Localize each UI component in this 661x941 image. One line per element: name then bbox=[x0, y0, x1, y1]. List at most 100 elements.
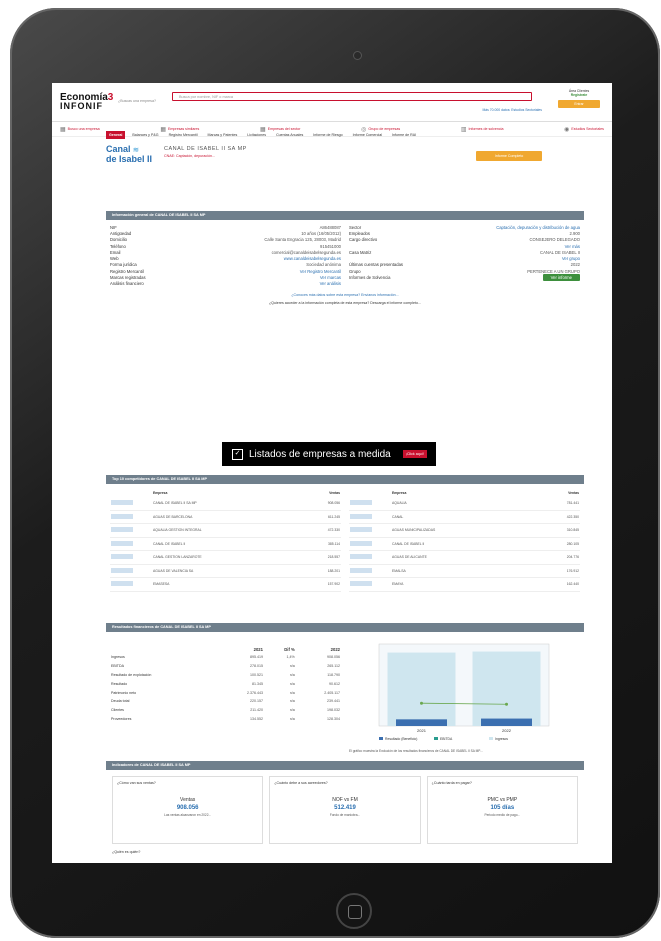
metric-value: 278.015 bbox=[249, 664, 263, 669]
banner-cta[interactable]: ¡Click aquí! bbox=[402, 450, 427, 458]
info-key: Email bbox=[110, 249, 121, 255]
table-row[interactable]: CANAL DE ISABEL II SA MP 908.056 bbox=[110, 497, 341, 511]
metric-card-big: 105 días bbox=[490, 805, 515, 811]
login-button[interactable]: Entrar bbox=[558, 100, 600, 108]
competitor-sales: 176.912 bbox=[534, 564, 580, 578]
tagline: ¿Buscas una empresa? bbox=[118, 99, 156, 103]
table-row[interactable]: AQUALIA 781.441 bbox=[349, 497, 580, 511]
info-value[interactable]: Captación, depuración y distribución de … bbox=[496, 225, 580, 230]
nav-item[interactable]: ◉ Estudios Sectoriales bbox=[564, 126, 604, 133]
company-logo-thumb bbox=[350, 581, 372, 587]
competitor-name[interactable]: AGUAS DE VALENCIA SA bbox=[152, 564, 300, 578]
competitor-name[interactable]: EMAYA bbox=[391, 577, 535, 592]
register-link[interactable]: Registrate bbox=[558, 93, 600, 97]
metric-card[interactable]: ¿Cuánto tarda en pagar? PMC vs PMP 105 día… bbox=[426, 776, 578, 844]
table-row[interactable]: EMAYA 162.440 bbox=[349, 577, 580, 592]
solvency-report-button[interactable]: Ver informe bbox=[542, 274, 580, 282]
competitor-name[interactable]: AQUALIA bbox=[391, 497, 535, 511]
company-logo-thumb bbox=[111, 527, 133, 533]
company-logo-thumb bbox=[111, 581, 133, 587]
competitor-name[interactable]: AQUALIA GESTION INTEGRAL bbox=[152, 523, 300, 538]
search-input[interactable]: Busca por nombre, NIF o marca bbox=[172, 92, 532, 101]
competitor-name[interactable]: CANAL GESTION LANZAROTE bbox=[152, 550, 300, 565]
tab-bar: General Balances y P&G Registro Mercantil M… bbox=[106, 131, 419, 139]
tab-item[interactable]: Marcas y Patentes bbox=[205, 131, 241, 139]
tab-item[interactable]: Balances y P&G bbox=[129, 131, 161, 139]
top-links[interactable]: Más 70.000 datos: Estudios Sectoriales bbox=[482, 108, 542, 112]
table-row[interactable]: AGUAS DE BARCELONA 611.245 bbox=[110, 510, 341, 524]
metric-value: n/a bbox=[289, 708, 295, 713]
competitor-name[interactable]: CANAL DE ISABEL II bbox=[391, 537, 535, 551]
metric-card-h: ¿Cuánto tarda en pagar? bbox=[431, 781, 472, 785]
table-row[interactable]: AGUAS DE VALENCIA SA 188.201 bbox=[110, 564, 341, 578]
custom-lists-banner[interactable]: ✓ Listados de empresas a medida ¡Click a… bbox=[222, 442, 436, 466]
home-button[interactable] bbox=[336, 893, 372, 929]
metric-label: EBITDA bbox=[111, 664, 124, 669]
tab-item[interactable]: Cuentas Anuales bbox=[273, 131, 306, 139]
metric-card-s: Fondo de maniobra... bbox=[329, 813, 361, 817]
info-key: Casa Matriz bbox=[349, 249, 372, 255]
competitor-sales: 908.056 bbox=[299, 497, 341, 511]
table-row[interactable]: EMASESA 157.902 bbox=[110, 577, 341, 592]
competitor-name[interactable]: EMASESA bbox=[152, 577, 300, 592]
metric-label: Proveedores bbox=[111, 716, 132, 721]
tab-item[interactable]: Informe de RAI bbox=[389, 131, 419, 139]
info-value: CANAL DE ISABEL II bbox=[540, 249, 580, 255]
nav-item[interactable]: ▥ Informes de solvencia bbox=[461, 126, 504, 133]
company-logo-thumb bbox=[350, 513, 372, 519]
nav-item-label: Busco una empresa bbox=[67, 127, 100, 131]
tab-item[interactable]: Informe de Riesgo bbox=[310, 131, 345, 139]
info-value[interactable]: Ver Registro Mercantil bbox=[300, 269, 341, 274]
table-row[interactable]: AQUALIA GESTION INTEGRAL 472.330 bbox=[110, 523, 341, 538]
competitor-name[interactable]: CANAL DE ISABEL II SA MP bbox=[152, 497, 300, 511]
competitors-left-table: Empresa Ventas CANAL DE ISABEL II SA MP 9… bbox=[110, 488, 341, 592]
tab-item[interactable]: Informe Comercial bbox=[350, 131, 385, 139]
info-value: 2.900 bbox=[569, 230, 580, 236]
full-report-button[interactable]: Informe Completo bbox=[476, 151, 542, 161]
info-key: Marcas registradas bbox=[110, 275, 146, 281]
company-logo-thumb bbox=[111, 500, 133, 506]
table-row[interactable]: EMALSA 176.912 bbox=[349, 564, 580, 578]
column-header: 2022 bbox=[330, 647, 340, 652]
site-logo[interactable]: Economía3 INFONIF bbox=[60, 93, 113, 111]
competitor-name[interactable]: EMALSA bbox=[391, 564, 535, 578]
chart-bar-resultado bbox=[396, 719, 447, 726]
competitor-name[interactable]: AGUAS MUNICIPALIZADAS bbox=[391, 523, 535, 538]
metric-value: 1,4% bbox=[286, 655, 295, 660]
info-note-link[interactable]: ¿Conoces más datos sobre esta empresa? E… bbox=[106, 291, 584, 299]
metric-card[interactable]: ¿Cómo van sus ventas? Ventas 908.056 Las ve… bbox=[112, 776, 264, 844]
table-row[interactable]: AGUAS DE ALICANTE 204.776 bbox=[349, 550, 580, 565]
chart-point-ebitda bbox=[505, 702, 508, 706]
chart-legend-swatch bbox=[379, 737, 383, 740]
metric-card-big: 512.419 bbox=[334, 805, 356, 811]
info-value[interactable]: Ver análisis bbox=[320, 281, 341, 286]
table-row[interactable]: CANAL GESTION LANZAROTE 218.557 bbox=[110, 550, 341, 565]
info-value[interactable]: www.canaldeisabelsegunda.es bbox=[284, 256, 341, 261]
competitor-name[interactable]: AGUAS DE BARCELONA bbox=[152, 510, 300, 524]
tab-item[interactable]: Registro Mercantil bbox=[166, 131, 201, 139]
table-row[interactable]: AGUAS MUNICIPALIZADAS 310.845 bbox=[349, 523, 580, 538]
table-row[interactable]: CANAL DE ISABEL II 385.114 bbox=[110, 537, 341, 551]
nav-item[interactable]: ▦ Busco una empresa bbox=[60, 126, 100, 133]
column-header: Ventas bbox=[568, 490, 579, 495]
info-value[interactable]: Ver grupo bbox=[562, 256, 580, 261]
info-value: CONSEJERO DELEGADO bbox=[529, 237, 581, 243]
info-value[interactable]: Ver más bbox=[565, 244, 580, 249]
metric-value: n/a bbox=[289, 664, 295, 669]
info-value[interactable]: Ver marcas bbox=[320, 275, 341, 280]
chart-point-ebitda bbox=[420, 701, 423, 705]
competitor-name[interactable]: CANAL bbox=[391, 510, 535, 524]
metric-value: 220.157 bbox=[249, 699, 263, 704]
metric-label: Ingresos bbox=[111, 655, 125, 660]
info-key: Antigüedad bbox=[110, 230, 132, 236]
metric-card[interactable]: ¿Cuánto debe a sus acreedores? NOF vs FM 5… bbox=[269, 776, 421, 844]
competitor-name[interactable]: CANAL DE ISABEL II bbox=[152, 537, 300, 551]
table-row[interactable]: CANAL 422.350 bbox=[349, 510, 580, 524]
tab-item[interactable]: Licitaciones bbox=[244, 131, 269, 139]
competitor-sales: 472.330 bbox=[299, 523, 341, 538]
table-row[interactable]: CANAL DE ISABEL II 280.105 bbox=[349, 537, 580, 551]
competitor-name[interactable]: AGUAS DE ALICANTE bbox=[391, 550, 535, 565]
competitor-sales: 310.845 bbox=[534, 523, 580, 538]
tab-item[interactable]: General bbox=[106, 131, 126, 139]
metric-card-s: Las ventas alcanzaron en 2022... bbox=[164, 813, 212, 817]
